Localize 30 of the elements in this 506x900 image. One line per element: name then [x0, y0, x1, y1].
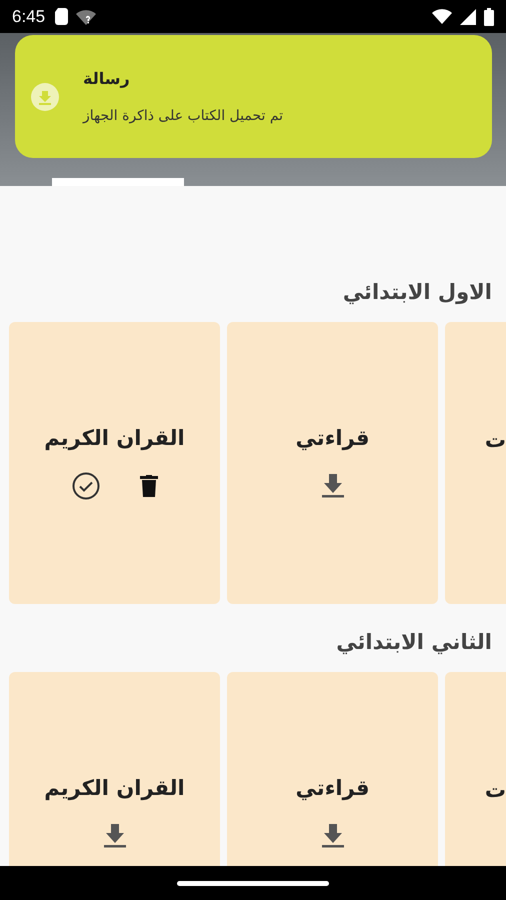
download-icon[interactable] [322, 824, 344, 848]
book-title: القران الكريم [44, 426, 185, 450]
book-title: قراءتي [296, 426, 370, 450]
section-heading: الثاني الابتدائي [336, 630, 492, 654]
wifi-icon [432, 9, 452, 24]
download-icon[interactable] [104, 824, 126, 848]
check-circle-icon [72, 472, 100, 500]
sim-card-icon [55, 8, 68, 25]
section-heading: الاول الابتدائي [342, 280, 492, 304]
clock: 6:45 [12, 6, 46, 26]
book-card[interactable]: القران الكريم [9, 672, 220, 866]
battery-icon [484, 8, 494, 26]
signal-icon [460, 8, 476, 24]
book-card[interactable]: القران الكريم [9, 322, 220, 604]
notification-message: تم تحميل الكتاب على ذاكرة الجهاز [83, 108, 284, 124]
book-title: ت [484, 428, 506, 452]
book-card[interactable]: ت [445, 672, 506, 866]
wifi-question-icon [76, 8, 96, 24]
book-card[interactable]: قراءتي [227, 322, 438, 604]
book-title: القران الكريم [44, 776, 185, 800]
trash-icon[interactable] [140, 475, 158, 497]
download-icon [31, 82, 59, 110]
notification-card[interactable]: رسالة تم تحميل الكتاب على ذاكرة الجهاز [15, 35, 492, 158]
book-title: قراءتي [296, 776, 370, 800]
home-handle[interactable] [177, 880, 329, 886]
book-card[interactable]: قراءتي [227, 672, 438, 866]
book-title: ت [484, 778, 506, 802]
notification-title: رسالة [83, 69, 130, 88]
download-icon[interactable] [322, 474, 344, 498]
book-card[interactable]: ت [445, 322, 506, 604]
